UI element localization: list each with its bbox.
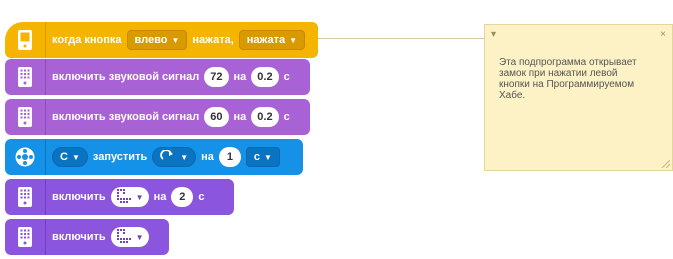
image-picker[interactable]: ▼ <box>110 187 149 207</box>
seconds-unit-label: с <box>283 111 290 123</box>
hub-brick-icon <box>5 22 46 58</box>
comment-text[interactable]: Эта подпрограмма открывает замок при наж… <box>485 43 672 101</box>
hub-light-matrix-icon <box>5 219 46 255</box>
chevron-down-icon: ▼ <box>71 152 80 162</box>
seconds-unit-label: с <box>198 191 205 203</box>
unit-dropdown[interactable]: с ▼ <box>245 147 280 167</box>
on-label: на <box>233 111 247 123</box>
on-label: на <box>233 71 247 83</box>
chevron-down-icon: ▼ <box>171 35 180 45</box>
unit-value: с <box>253 151 261 163</box>
play-beep-label: включить звуковой сигнал <box>52 71 200 83</box>
state-choice-value: нажата <box>246 34 286 46</box>
chevron-down-icon: ▼ <box>135 232 144 242</box>
comment-note[interactable]: ▾ × Эта подпрограмма открывает замок при… <box>484 24 673 171</box>
chevron-down-icon: ▼ <box>264 152 272 162</box>
motor-port-value: C <box>60 151 68 163</box>
light-duration-input[interactable]: 2 <box>171 187 194 207</box>
beep-frequency-input[interactable]: 60 <box>204 107 229 127</box>
light-label: включить <box>52 191 106 203</box>
motor-port-dropdown[interactable]: C ▼ <box>52 147 88 167</box>
light-image-block[interactable]: включить ▼ на 2 с <box>5 179 234 215</box>
button-choice-value: влево <box>134 34 168 46</box>
on-label: на <box>201 151 214 163</box>
hub-sound-icon <box>5 59 46 95</box>
comment-connector-line <box>318 38 484 39</box>
pressed-label: нажата, <box>192 34 234 46</box>
close-icon[interactable]: × <box>660 29 666 40</box>
chevron-down-icon: ▼ <box>180 152 189 162</box>
play-beep-label: включить звуковой сигнал <box>52 111 200 123</box>
beep-duration-input[interactable]: 0.2 <box>251 67 279 87</box>
image-picker[interactable]: ▼ <box>110 227 149 247</box>
clockwise-arrow-icon <box>160 148 176 165</box>
play-beep-block[interactable]: включить звуковой сигнал 60 на 0.2 с <box>5 99 310 135</box>
comment-title-bar[interactable]: ▾ × <box>485 25 672 43</box>
light-label: включить <box>52 231 106 243</box>
button-choice-dropdown[interactable]: влево ▼ <box>126 30 188 50</box>
beep-frequency-input[interactable]: 72 <box>204 67 229 87</box>
direction-dropdown[interactable]: ▼ <box>152 147 197 167</box>
resize-handle-icon[interactable] <box>660 158 670 168</box>
hub-sound-icon <box>5 99 46 135</box>
when-button-label: когда кнопка <box>52 34 122 46</box>
on-label: на <box>153 191 167 203</box>
chevron-down-icon: ▼ <box>135 192 144 202</box>
unlock-pattern-icon <box>116 188 132 207</box>
run-label: запустить <box>92 151 148 163</box>
play-beep-block[interactable]: включить звуковой сигнал 72 на 0.2 с <box>5 59 310 95</box>
motor-icon <box>5 139 46 175</box>
run-amount-input[interactable]: 1 <box>218 147 241 167</box>
beep-duration-input[interactable]: 0.2 <box>251 107 279 127</box>
when-button-pressed-block[interactable]: когда кнопка влево ▼ нажата, нажата ▼ <box>5 22 318 58</box>
collapse-icon[interactable]: ▾ <box>491 29 496 40</box>
seconds-unit-label: с <box>283 71 290 83</box>
chevron-down-icon: ▼ <box>289 35 298 45</box>
run-motor-block[interactable]: C ▼ запустить ▼ на 1 с ▼ <box>5 139 303 175</box>
light-image-block[interactable]: включить ▼ <box>5 219 169 255</box>
state-choice-dropdown[interactable]: нажата ▼ <box>238 30 306 50</box>
hub-light-matrix-icon <box>5 179 46 215</box>
unlock-pattern-icon <box>116 228 132 247</box>
